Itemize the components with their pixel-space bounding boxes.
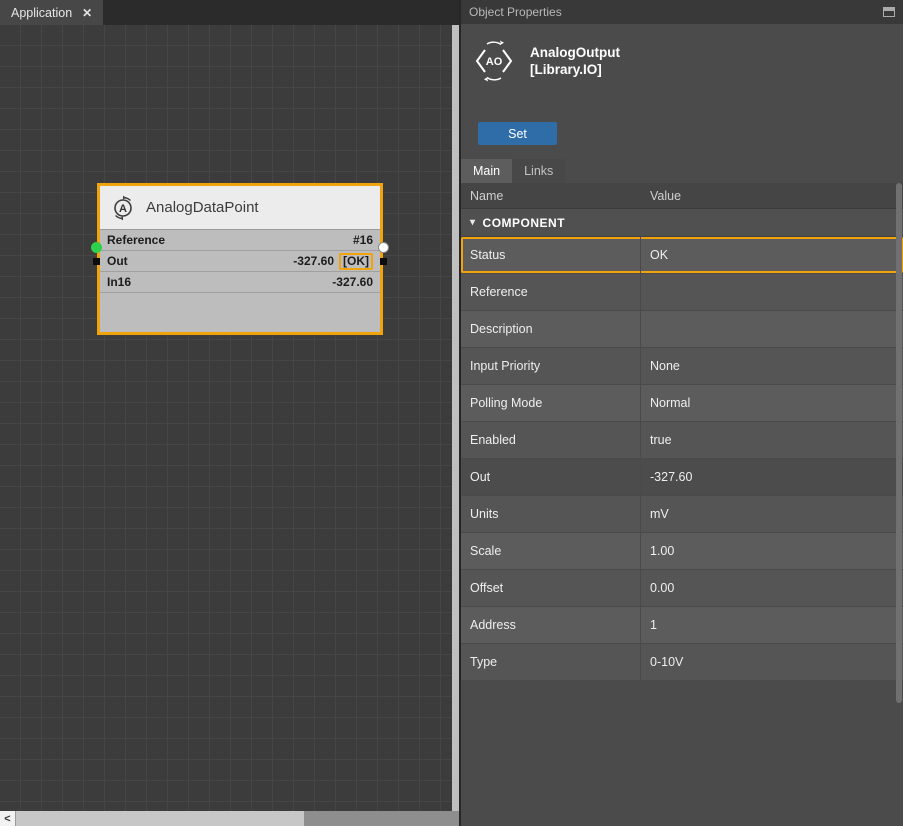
- property-value[interactable]: 1: [641, 607, 903, 643]
- node-row-label: Reference: [107, 233, 165, 247]
- property-value[interactable]: 1.00: [641, 533, 903, 569]
- canvas-horizontal-scrollbar[interactable]: <: [0, 811, 459, 826]
- set-button[interactable]: Set: [478, 122, 557, 145]
- tab-main[interactable]: Main: [461, 159, 512, 183]
- canvas-vertical-scrollbar[interactable]: [452, 25, 459, 811]
- svg-text:AO: AO: [486, 56, 503, 68]
- dock-panel-icon[interactable]: [883, 7, 895, 17]
- input-port-green[interactable]: [91, 242, 102, 253]
- property-value[interactable]: 0-10V: [641, 644, 903, 680]
- properties-tabs: Main Links: [461, 159, 565, 183]
- property-name: Type: [461, 644, 641, 680]
- wire-sheet-canvas[interactable]: A AnalogDataPoint Reference #16 Out -327.60…: [0, 25, 452, 811]
- property-row-address[interactable]: Address1: [461, 607, 903, 644]
- property-value[interactable]: Normal: [641, 385, 903, 421]
- property-row-status[interactable]: StatusOK: [461, 237, 903, 274]
- section-component[interactable]: ▾ COMPONENT: [461, 209, 903, 237]
- section-label: COMPONENT: [483, 216, 566, 230]
- node-row-value-group: -327.60: [332, 275, 373, 289]
- object-header: AO AnalogOutput [Library.IO]: [471, 38, 620, 84]
- property-row-reference[interactable]: Reference: [461, 274, 903, 311]
- property-value[interactable]: [641, 311, 903, 347]
- property-row-offset[interactable]: Offset0.00: [461, 570, 903, 607]
- property-name: Polling Mode: [461, 385, 641, 421]
- property-name: Out: [461, 459, 641, 495]
- panel-vertical-scrollbar[interactable]: [896, 183, 902, 703]
- properties-title-bar: Object Properties: [461, 0, 903, 24]
- node-row-label: Out: [107, 254, 128, 268]
- property-row-polling-mode[interactable]: Polling ModeNormal: [461, 385, 903, 422]
- property-name: Offset: [461, 570, 641, 606]
- object-library: [Library.IO]: [530, 61, 620, 78]
- property-name: Description: [461, 311, 641, 347]
- property-row-input-priority[interactable]: Input PriorityNone: [461, 348, 903, 385]
- property-row-scale[interactable]: Scale1.00: [461, 533, 903, 570]
- tab-links[interactable]: Links: [512, 159, 565, 183]
- analog-datapoint-icon: A: [110, 195, 136, 221]
- selection-handle-left[interactable]: [93, 258, 100, 265]
- node-row-value: -327.60: [293, 254, 334, 268]
- scroll-left-button[interactable]: <: [0, 811, 16, 826]
- svg-text:A: A: [119, 203, 127, 215]
- properties-table: Name Value ▾ COMPONENT StatusOKReference…: [461, 183, 903, 681]
- property-value[interactable]: OK: [641, 237, 903, 273]
- analog-datapoint-node[interactable]: A AnalogDataPoint Reference #16 Out -327.60…: [97, 183, 383, 335]
- selection-handle-right[interactable]: [380, 258, 387, 265]
- object-properties-panel: Object Properties AO AnalogOutput [Libra…: [461, 0, 903, 826]
- property-name: Address: [461, 607, 641, 643]
- node-rows: Reference #16 Out -327.60 [OK] In16 -327.60: [100, 230, 380, 293]
- property-value[interactable]: [641, 274, 903, 310]
- column-header-value[interactable]: Value: [641, 189, 903, 203]
- property-name: Scale: [461, 533, 641, 569]
- property-row-type[interactable]: Type0-10V: [461, 644, 903, 681]
- column-header-name[interactable]: Name: [461, 189, 641, 203]
- status-ok-badge: [OK]: [339, 253, 373, 270]
- properties-title: Object Properties: [469, 5, 562, 19]
- property-value[interactable]: -327.60: [641, 459, 903, 495]
- tab-close-icon[interactable]: ✕: [82, 6, 92, 20]
- output-port-white[interactable]: [378, 242, 389, 253]
- table-header-row: Name Value: [461, 183, 903, 209]
- property-value[interactable]: true: [641, 422, 903, 458]
- property-row-out[interactable]: Out-327.60: [461, 459, 903, 496]
- property-value[interactable]: None: [641, 348, 903, 384]
- property-row-description[interactable]: Description: [461, 311, 903, 348]
- canvas-tab-bar: Application ✕: [0, 0, 459, 25]
- property-value[interactable]: mV: [641, 496, 903, 532]
- horizontal-scroll-thumb[interactable]: [16, 811, 304, 826]
- node-row-reference[interactable]: Reference #16: [100, 230, 380, 251]
- property-name: Reference: [461, 274, 641, 310]
- node-title-bar[interactable]: A AnalogDataPoint: [100, 186, 380, 230]
- node-title: AnalogDataPoint: [146, 199, 259, 216]
- property-rows: StatusOKReferenceDescriptionInput Priori…: [461, 237, 903, 681]
- node-row-label: In16: [107, 275, 131, 289]
- node-row-out[interactable]: Out -327.60 [OK]: [100, 251, 380, 272]
- analog-output-icon: AO: [471, 38, 517, 84]
- property-value[interactable]: 0.00: [641, 570, 903, 606]
- collapse-icon[interactable]: ▾: [470, 217, 476, 228]
- node-row-value-group: -327.60 [OK]: [293, 253, 373, 270]
- property-name: Status: [461, 237, 641, 273]
- node-row-value: #16: [353, 233, 373, 247]
- property-name: Enabled: [461, 422, 641, 458]
- canvas-area: Application ✕ A AnalogDataPoint: [0, 0, 459, 826]
- object-name: AnalogOutput: [530, 44, 620, 61]
- property-row-units[interactable]: UnitsmV: [461, 496, 903, 533]
- tab-application[interactable]: Application ✕: [0, 0, 103, 25]
- property-name: Units: [461, 496, 641, 532]
- tab-application-label: Application: [11, 6, 72, 20]
- property-row-enabled[interactable]: Enabledtrue: [461, 422, 903, 459]
- node-row-value-group: #16: [353, 233, 373, 247]
- application-window: Application ✕ A AnalogDataPoint: [0, 0, 903, 826]
- property-name: Input Priority: [461, 348, 641, 384]
- node-row-value: -327.60: [332, 275, 373, 289]
- node-row-in16[interactable]: In16 -327.60: [100, 272, 380, 293]
